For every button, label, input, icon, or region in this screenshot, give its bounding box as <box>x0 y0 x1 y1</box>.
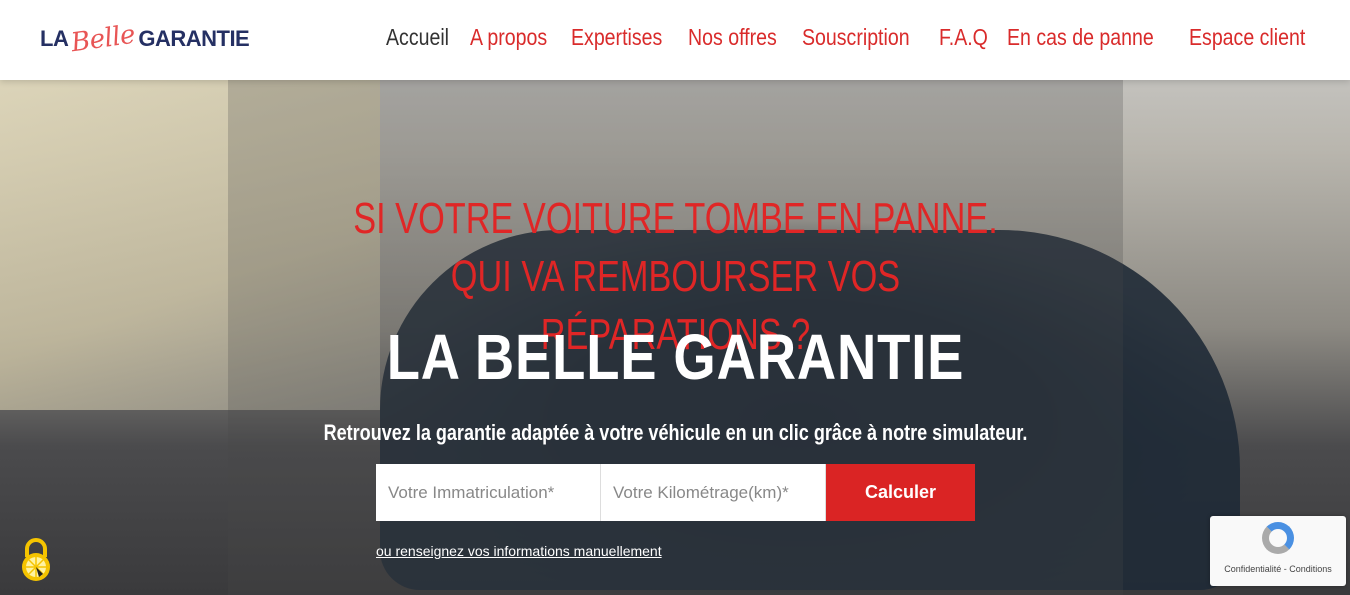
recaptcha-badge[interactable]: Confidentialité - Conditions <box>1210 516 1346 586</box>
nav-accueil[interactable]: Accueil <box>386 24 449 51</box>
main-nav: Accueil A propos Expertises Nos offres S… <box>386 24 1316 51</box>
manual-entry-link[interactable]: ou renseignez vos informations manuellem… <box>376 543 662 559</box>
nav-faq[interactable]: F.A.Q <box>939 24 988 51</box>
hero-title: LA BELLE GARANTIE <box>386 321 965 393</box>
nav-expertises[interactable]: Expertises <box>571 24 662 51</box>
header: LA Belle GARANTIE Accueil A propos Exper… <box>0 0 1350 80</box>
simulator-form: Calculer <box>376 464 975 521</box>
recaptcha-text[interactable]: Confidentialité - Conditions <box>1210 564 1346 574</box>
calculate-button[interactable]: Calculer <box>826 464 975 521</box>
logo-script: Belle <box>69 19 138 59</box>
hero-subtitle: Retrouvez la garantie adaptée à votre vé… <box>323 420 1028 445</box>
nav-espace-client[interactable]: Espace client <box>1189 24 1305 51</box>
nav-en-cas-de-panne[interactable]: En cas de panne <box>1007 24 1154 51</box>
nav-souscription[interactable]: Souscription <box>802 24 910 51</box>
km-input[interactable] <box>601 464 826 521</box>
cookie-lock-icon[interactable] <box>20 537 52 590</box>
plate-input[interactable] <box>376 464 601 521</box>
logo-left: LA <box>40 26 69 51</box>
nav-a-propos[interactable]: A propos <box>470 24 547 51</box>
logo-right: GARANTIE <box>138 26 250 51</box>
recaptcha-icon <box>1262 522 1294 554</box>
nav-nos-offres[interactable]: Nos offres <box>688 24 777 51</box>
logo[interactable]: LA Belle GARANTIE <box>40 20 250 59</box>
